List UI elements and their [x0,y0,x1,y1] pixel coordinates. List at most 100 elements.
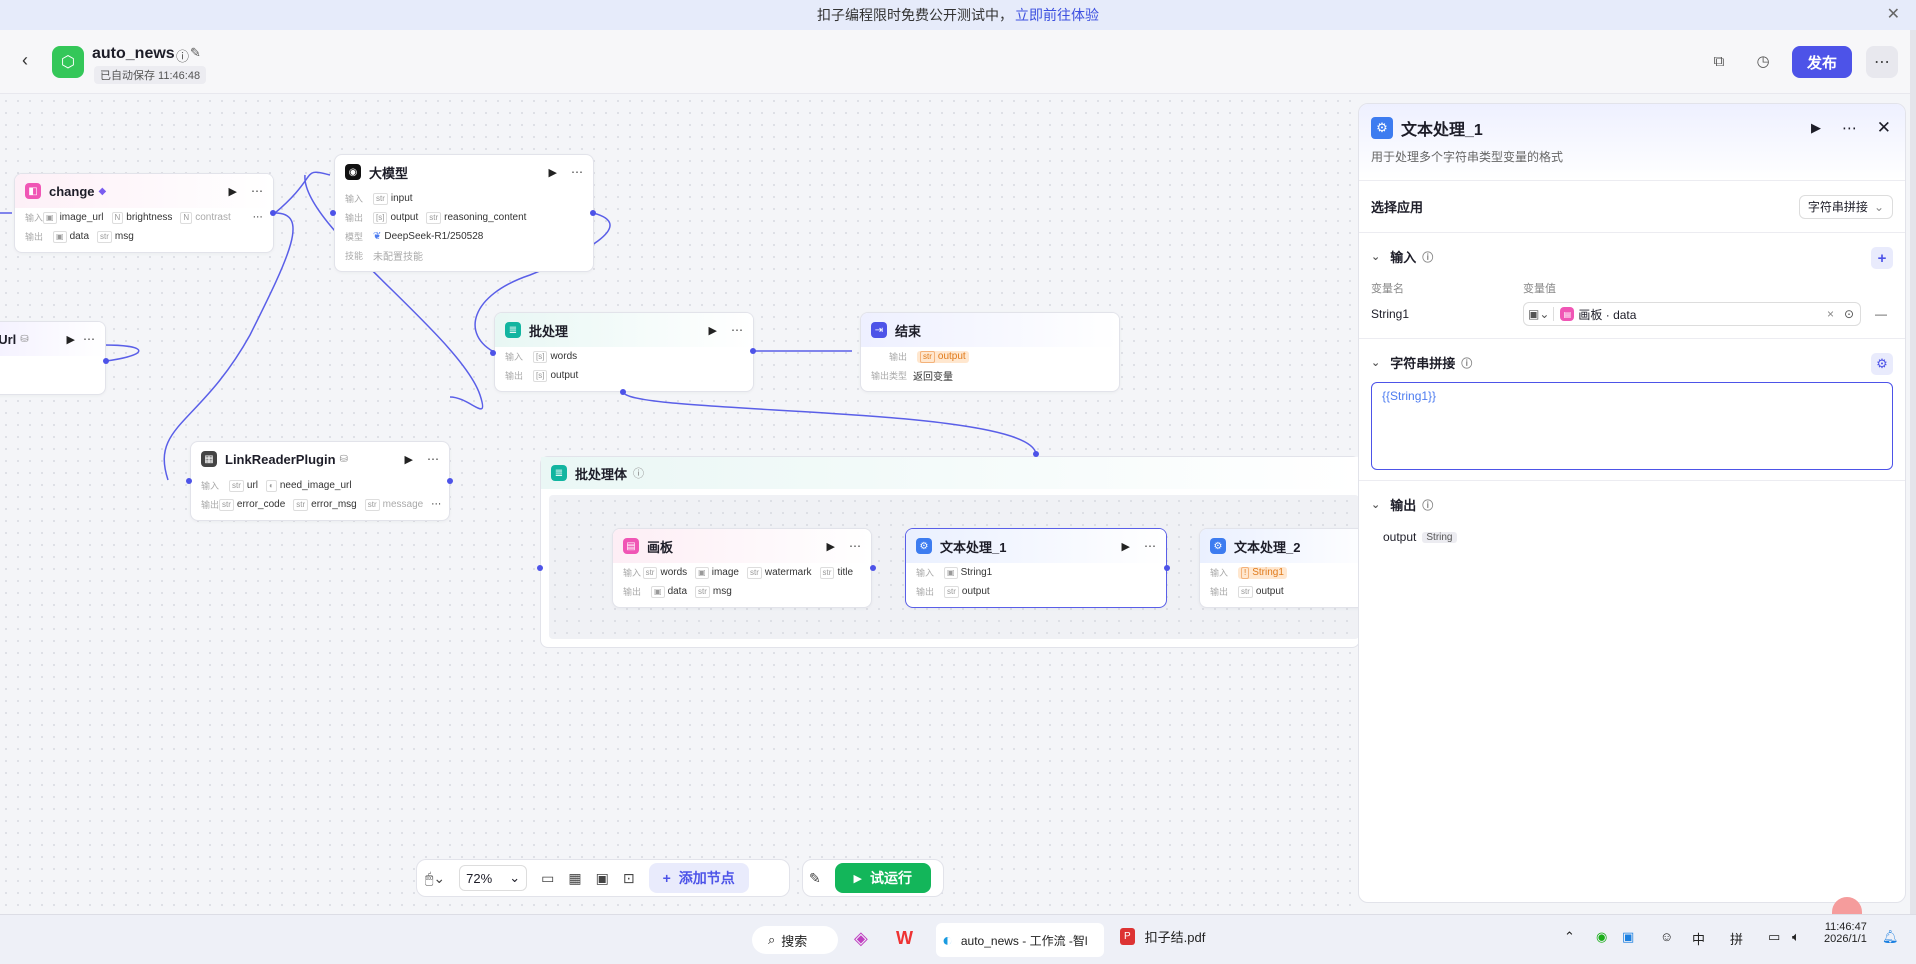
mouse-mode-icon[interactable]: 🖱︎⌄ [425,870,445,887]
add-node-button[interactable]: + 添加节点 [648,863,749,893]
ime-mode[interactable]: 中 [1692,929,1705,948]
output-port[interactable] [870,565,876,571]
chevron-down-icon[interactable]: ⌄ [1371,356,1380,369]
run-node-icon[interactable]: ▶ [827,540,835,553]
more-params-icon[interactable]: ⋯ [253,212,263,223]
run-node-icon[interactable]: ▶ [709,324,717,337]
debug-icon[interactable]: ✎ [809,870,821,887]
node-link-reader[interactable]: ▦ LinkReaderPlugin ⛁ ▶ ⋯ 输入 str url ◐ need… [190,441,450,521]
start-icon[interactable] [702,929,726,953]
more-icon[interactable]: ⋯ [1866,46,1898,78]
run-node-icon[interactable]: ▶ [1122,540,1130,553]
ime-pinyin[interactable]: 拼 [1730,929,1743,948]
input-port[interactable] [186,478,192,484]
copilot-icon[interactable]: ◈ [854,928,868,949]
info-icon[interactable]: ⓘ [1422,497,1433,513]
node-change[interactable]: ◧ change ◆ ▶ ⋯ 输入 ▣ image_url Nbrightness… [14,173,274,253]
network-icon[interactable]: ▭ [1768,929,1780,945]
wps-icon[interactable]: W [896,928,913,949]
node-text-process-1[interactable]: ⚙ 文本处理_1 ▶ ⋯ 输入 ▣ String1 输出 str output [905,528,1167,608]
input-port[interactable] [330,210,336,216]
node-end[interactable]: ⇥ 结束 输出 str output 输出类型 返回变量 [860,312,1120,392]
back-icon[interactable]: ‹ [22,50,28,71]
output-port[interactable] [103,358,109,364]
input-label: 输入 [25,213,44,223]
workflow-canvas[interactable]: eUrl ⛁ ▶ ⋯ ◧ change ◆ ▶ ⋯ 输入 ▣image_url … [0,95,1360,914]
clear-icon[interactable]: × [1827,307,1834,321]
node-more-icon[interactable]: ⋯ [83,332,95,346]
node-more-icon[interactable]: ⋯ [427,452,439,466]
layout-icon[interactable]: ▦ [568,870,581,887]
info-icon[interactable]: ⓘ [1461,355,1472,371]
image-type-icon[interactable]: ▣⌄ [1524,307,1555,321]
test-run-button[interactable]: ▶ 试运行 [834,863,931,893]
node-canvas-board[interactable]: ▤ 画板 ▶ ⋯ 输入 str words ▣ image str watermark… [612,528,872,608]
output-port[interactable] [270,210,276,216]
param-tag: str error_msg [293,498,357,511]
node-text-process-2[interactable]: ⚙ 文本处理_2 输入 ! String1 输出 str output [1199,528,1360,608]
more-icon[interactable]: ⋯ [1842,119,1857,137]
variable-picker-icon[interactable]: ⊙ [1844,307,1854,321]
info-icon[interactable]: ⓘ [633,465,644,481]
var-name-field[interactable]: String1 [1371,307,1523,321]
run-node-icon[interactable]: ▶ [549,166,557,179]
node-llm[interactable]: ◉ 大模型 ▶ ⋯ 输入 str input 输出 [s] output str re… [334,154,594,272]
more-params-icon[interactable]: ⋯ [431,499,441,510]
zoom-select[interactable]: 72% ⌄ [459,865,528,891]
copy-icon[interactable]: ⧉ [1708,50,1730,72]
text-process-icon: ⚙ [1210,538,1226,554]
app-select[interactable]: 字符串拼接 ⌄ [1798,194,1893,219]
info-icon[interactable]: ⓘ [176,46,189,65]
edit-icon[interactable]: ✎ [190,45,201,61]
chevron-up-icon[interactable]: ⌃ [1564,929,1575,945]
taskbar-browser-app[interactable]: ◐ auto_news - 工作流 -智l [936,923,1104,957]
clock[interactable]: 11:46:47 2026/1/1 [1824,921,1867,945]
user-tray-icon[interactable]: ☺ [1660,929,1673,944]
template-editor[interactable]: {{String1}} [1371,382,1893,470]
node-more-icon[interactable]: ⋯ [571,165,583,179]
chevron-down-icon[interactable]: ⌄ [1371,250,1380,263]
remove-variable-icon[interactable]: — [1875,307,1887,321]
node-more-icon[interactable]: ⋯ [731,323,743,337]
output-port[interactable] [1164,565,1170,571]
node-more-icon[interactable]: ⋯ [251,184,263,198]
notification-icon[interactable]: 🔔︎ [1882,929,1899,945]
output-port[interactable] [447,478,453,484]
var-value-field[interactable]: ▣⌄ ▤ 画板 · data × ⊙ [1523,302,1861,326]
node-more-icon[interactable]: ⋯ [849,539,861,553]
volume-icon[interactable]: 🔈︎ [1792,929,1800,945]
fit-view-icon[interactable]: ⊡ [623,870,635,887]
banner-link[interactable]: 立即前往体验 [1015,5,1099,25]
input-port[interactable] [490,350,496,356]
page-scrollbar[interactable] [1910,30,1916,914]
taskbar-search[interactable]: ⌕ 搜索 [752,926,838,954]
run-node-icon[interactable]: ▶ [229,185,237,198]
minimap-icon[interactable]: ▣ [596,870,609,887]
app-tray-icon[interactable]: ▣ [1622,929,1634,945]
close-panel-icon[interactable]: ✕ [1877,118,1891,138]
taskbar-pdf-app[interactable]: P 扣子结.pdf [1120,927,1205,946]
run-node-icon[interactable]: ▶ [405,453,413,466]
run-node-icon[interactable]: ▶ [1811,120,1821,136]
run-node-icon[interactable]: ▶ [67,333,75,346]
chevron-down-icon[interactable]: ⌄ [1371,498,1380,511]
settings-icon[interactable]: ⚙ [1871,353,1893,375]
comment-icon[interactable]: ▭ [541,870,554,887]
publish-button[interactable]: 发布 [1792,46,1852,78]
output-port[interactable] [750,348,756,354]
node-get-url[interactable]: eUrl ⛁ ▶ ⋯ [0,321,106,395]
history-icon[interactable]: ◷ [1752,50,1774,72]
close-icon[interactable]: ✕ [1887,4,1900,24]
output-port[interactable] [590,210,596,216]
node-more-icon[interactable]: ⋯ [1144,539,1156,553]
input-port[interactable] [1033,451,1039,457]
wechat-icon[interactable]: ◉ [1596,929,1607,945]
info-icon[interactable]: ⓘ [1422,249,1433,265]
add-variable-button[interactable]: + [1871,247,1893,269]
param-tag: str watermark [746,566,812,579]
output-port[interactable] [620,389,626,395]
node-batch[interactable]: ≣ 批处理 ▶ ⋯ 输入 [s] words 输出 [s] output [494,312,754,392]
batch-icon: ≣ [505,322,521,338]
input-port[interactable] [537,565,543,571]
param-tag: str output [917,350,969,363]
